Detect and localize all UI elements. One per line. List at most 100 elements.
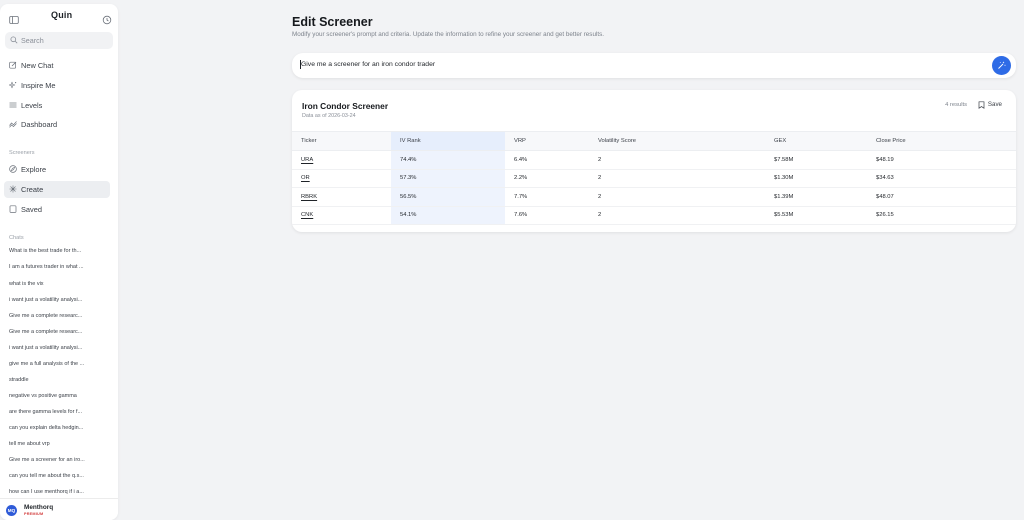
chat-item[interactable]: i want just a volatility analysi... bbox=[9, 345, 109, 351]
search-input[interactable]: Search bbox=[5, 32, 113, 49]
vrp-cell: 6.4% bbox=[505, 150, 589, 170]
column-header-vrp[interactable]: VRP bbox=[505, 131, 589, 151]
magic-wand-icon bbox=[998, 61, 1006, 69]
vrp-cell: 7.6% bbox=[505, 206, 589, 225]
search-placeholder: Search bbox=[21, 36, 44, 45]
vrp-cell: 7.7% bbox=[505, 187, 589, 207]
chat-item[interactable]: can you tell me about the q.s... bbox=[9, 473, 109, 479]
save-button[interactable]: Save bbox=[978, 101, 1002, 109]
sidebar-toggle-icon[interactable] bbox=[9, 12, 19, 24]
history-icon[interactable] bbox=[102, 12, 112, 25]
close-price-cell: $48.19 bbox=[867, 150, 1016, 170]
vrp-cell: 2.2% bbox=[505, 169, 589, 188]
create-icon bbox=[9, 185, 17, 193]
screeners-section-label: Screeners bbox=[9, 150, 35, 156]
chat-item[interactable]: Give me a complete researc... bbox=[9, 329, 109, 335]
iv-rank-cell: 56.5% bbox=[391, 187, 505, 207]
generate-button[interactable] bbox=[992, 56, 1011, 75]
gex-cell: $1.39M bbox=[765, 187, 867, 207]
chat-item[interactable]: straddle bbox=[9, 377, 109, 383]
sidebar-header: Quin bbox=[0, 4, 118, 30]
sparkle-icon bbox=[9, 81, 17, 89]
chat-item[interactable]: tell me about vrp bbox=[9, 441, 109, 447]
volatility-score-cell: 2 bbox=[589, 169, 765, 188]
chat-item[interactable]: Give me a complete researc... bbox=[9, 313, 109, 319]
nav-create-label: Create bbox=[21, 185, 44, 194]
nav-inspire-me-label: Inspire Me bbox=[21, 81, 56, 90]
nav-new-chat[interactable]: New Chat bbox=[4, 57, 110, 74]
ticker-link[interactable]: CNK bbox=[301, 212, 313, 218]
chat-item[interactable]: give me a full analysis of the ... bbox=[9, 361, 109, 367]
nav-saved[interactable]: Saved bbox=[4, 201, 110, 218]
nav-explore-label: Explore bbox=[21, 165, 47, 174]
app-logo[interactable]: Quin bbox=[51, 10, 72, 20]
nav-inspire-me[interactable]: Inspire Me bbox=[4, 77, 110, 94]
search-icon bbox=[10, 36, 18, 44]
nav-levels[interactable]: Levels bbox=[4, 97, 110, 114]
bookmark-icon bbox=[978, 101, 985, 109]
close-price-cell: $48.07 bbox=[867, 187, 1016, 207]
user-profile[interactable]: MQ Menthorq PREMIUM bbox=[0, 498, 118, 520]
close-price-cell: $26.15 bbox=[867, 206, 1016, 225]
prompt-text: Give me a screener for an iron condor tr… bbox=[301, 61, 436, 68]
bookmark-icon bbox=[9, 205, 17, 213]
compass-icon bbox=[9, 165, 17, 173]
volatility-score-cell: 2 bbox=[589, 206, 765, 225]
nav-dashboard-label: Dashboard bbox=[21, 120, 58, 129]
iv-rank-cell: 57.3% bbox=[391, 169, 505, 188]
levels-icon bbox=[9, 102, 17, 108]
dashboard-icon bbox=[9, 121, 17, 128]
nav-levels-label: Levels bbox=[21, 101, 43, 110]
chat-item[interactable]: how can I use menthorq if i a... bbox=[9, 489, 109, 495]
table-row[interactable]: OR 57.3% 2.2% 2 $1.30M $34.63 bbox=[292, 169, 1016, 188]
chat-item[interactable]: I am a futures trader in what ... bbox=[9, 264, 109, 270]
chat-item[interactable]: can you explain delta hedgin... bbox=[9, 425, 109, 431]
chat-item[interactable]: Give me a screener for an iro... bbox=[9, 457, 109, 463]
chat-item[interactable]: What is the best trade for th... bbox=[9, 248, 109, 254]
table-header-row: Ticker IV Rank VRP Volatility Score GEX … bbox=[292, 131, 1016, 151]
iv-rank-cell: 54.1% bbox=[391, 206, 505, 225]
nav-saved-label: Saved bbox=[21, 205, 42, 214]
nav-dashboard[interactable]: Dashboard bbox=[4, 116, 110, 133]
screener-results-card: Iron Condor Screener Data as of 2026-03-… bbox=[292, 90, 1016, 232]
gex-cell: $5.53M bbox=[765, 206, 867, 225]
ticker-link[interactable]: OR bbox=[301, 175, 310, 181]
user-name: Menthorq bbox=[24, 504, 54, 511]
iv-rank-cell: 74.4% bbox=[391, 150, 505, 170]
chat-item[interactable]: what is the vix bbox=[9, 281, 109, 287]
chat-item[interactable]: i want just a volatility analysi... bbox=[9, 297, 109, 303]
chat-item[interactable]: are there gamma levels for f... bbox=[9, 409, 109, 415]
table-row[interactable]: CNK 54.1% 7.6% 2 $5.53M $26.15 bbox=[292, 206, 1016, 225]
table-row[interactable]: URA 74.4% 6.4% 2 $7.58M $48.19 bbox=[292, 150, 1016, 170]
page-title: Edit Screener bbox=[292, 15, 373, 29]
results-count: 4 results bbox=[945, 102, 967, 108]
column-header-close-price[interactable]: Close Price bbox=[867, 131, 1016, 151]
column-header-volatility-score[interactable]: Volatility Score bbox=[589, 131, 765, 151]
screener-title: Iron Condor Screener bbox=[302, 101, 389, 111]
results-table: Ticker IV Rank VRP Volatility Score GEX … bbox=[292, 131, 1016, 225]
column-header-gex[interactable]: GEX bbox=[765, 131, 867, 151]
ticker-link[interactable]: RBRK bbox=[301, 194, 317, 200]
nav-create[interactable]: Create bbox=[4, 181, 110, 198]
ticker-link[interactable]: URA bbox=[301, 157, 313, 163]
plan-badge: PREMIUM bbox=[24, 512, 44, 516]
sidebar: Quin Search New Chat Inspire Me Levels D… bbox=[0, 4, 118, 520]
table-row[interactable]: RBRK 56.5% 7.7% 2 $1.39M $48.07 bbox=[292, 187, 1016, 207]
data-date: Data as of 2026-03-24 bbox=[302, 113, 356, 119]
nav-explore[interactable]: Explore bbox=[4, 161, 110, 178]
column-header-iv-rank[interactable]: IV Rank bbox=[391, 131, 505, 151]
edit-icon bbox=[9, 61, 17, 69]
gex-cell: $7.58M bbox=[765, 150, 867, 170]
prompt-input[interactable]: Give me a screener for an iron condor tr… bbox=[292, 53, 1016, 78]
chat-item[interactable]: negative vs positive gamma bbox=[9, 393, 109, 399]
column-header-ticker[interactable]: Ticker bbox=[292, 131, 391, 151]
volatility-score-cell: 2 bbox=[589, 187, 765, 207]
close-price-cell: $34.63 bbox=[867, 169, 1016, 188]
save-label: Save bbox=[987, 101, 1002, 108]
volatility-score-cell: 2 bbox=[589, 150, 765, 170]
nav-new-chat-label: New Chat bbox=[21, 61, 54, 70]
chats-section-label: Chats bbox=[9, 235, 24, 241]
avatar: MQ bbox=[6, 505, 17, 516]
gex-cell: $1.30M bbox=[765, 169, 867, 188]
page-subtitle: Modify your screener's prompt and criter… bbox=[292, 31, 605, 38]
